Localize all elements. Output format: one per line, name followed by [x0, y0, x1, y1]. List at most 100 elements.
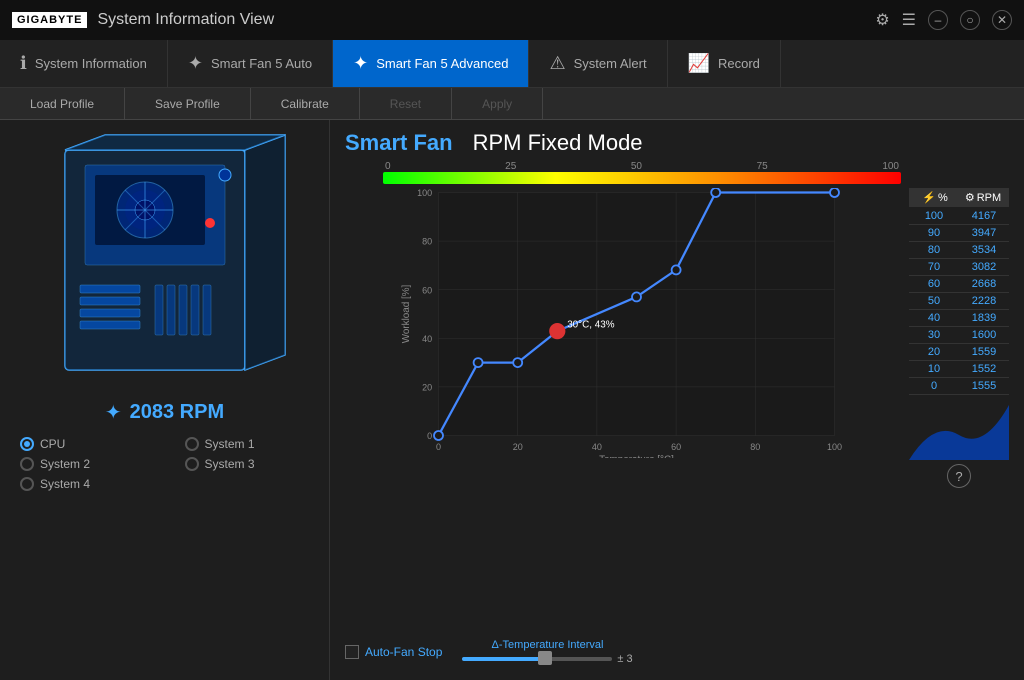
toolbar: Load Profile Save Profile Calibrate Rese…	[0, 88, 1024, 120]
rpm-cell: 1552	[959, 361, 1009, 377]
rpm-cell: 4167	[959, 208, 1009, 224]
system-info-icon: ℹ	[20, 53, 27, 74]
svg-text:0: 0	[436, 442, 441, 452]
curve-point-0[interactable]	[434, 431, 443, 440]
fan-advanced-icon: ✦	[353, 53, 368, 74]
fan-selector-system2[interactable]: System 2	[20, 457, 155, 471]
curve-point-5[interactable]	[672, 265, 681, 274]
temperature-gradient-bar	[383, 172, 901, 184]
rpm-table-body: 100 4167 90 3947 80 3534 70 3082 60 2668…	[909, 208, 1009, 395]
svg-text:80: 80	[422, 237, 432, 247]
curve-point-1[interactable]	[474, 358, 483, 367]
reset-button[interactable]: Reset	[360, 88, 452, 119]
temp-interval-slider[interactable]	[462, 657, 612, 661]
load-profile-button[interactable]: Load Profile	[0, 88, 125, 119]
radio-system1[interactable]	[185, 437, 199, 451]
settings-icon[interactable]: ⚙	[875, 10, 889, 30]
percent-cell: 90	[909, 225, 959, 241]
close-button[interactable]: ✕	[992, 10, 1012, 30]
radio-cpu[interactable]	[20, 437, 34, 451]
save-profile-button[interactable]: Save Profile	[125, 88, 251, 119]
rpm-table-row: 90 3947	[909, 225, 1009, 242]
help-button[interactable]: ?	[947, 464, 971, 488]
rpm-cell: 1559	[959, 344, 1009, 360]
percent-cell: 100	[909, 208, 959, 224]
rpm-cell: 3082	[959, 259, 1009, 275]
fan-selector-cpu-label: CPU	[40, 437, 65, 451]
fan-rpm-icon: ⚙	[965, 191, 975, 204]
svg-text:Temperature [°C]: Temperature [°C]	[599, 455, 674, 459]
percent-cell: 70	[909, 259, 959, 275]
tab-system-alert-label: System Alert	[574, 56, 647, 71]
temp-label-75: 75	[757, 161, 768, 172]
chart-area[interactable]: 100 80 60 40 20 0 0 20 40 60 80 100	[345, 188, 901, 634]
record-icon: 📈	[688, 53, 710, 74]
auto-fan-stop-checkbox[interactable]	[345, 645, 359, 659]
percent-cell: 80	[909, 242, 959, 258]
tab-record-label: Record	[718, 56, 760, 71]
chart-title: Smart Fan RPM Fixed Mode	[345, 130, 1009, 156]
svg-text:60: 60	[671, 442, 681, 452]
fan-selector-cpu[interactable]: CPU	[20, 437, 155, 451]
calibrate-button[interactable]: Calibrate	[251, 88, 360, 119]
radio-system4[interactable]	[20, 477, 34, 491]
fan-selector-system1[interactable]: System 1	[185, 437, 320, 451]
tab-system-alert[interactable]: ⚠ System Alert	[529, 40, 667, 87]
curve-point-6[interactable]	[711, 188, 720, 197]
rpm-table-header: ⚡ % ⚙ RPM	[909, 188, 1009, 207]
help-area: ?	[909, 464, 1009, 488]
left-panel: ✦ 2083 RPM CPU System 1 System 2 System …	[0, 120, 330, 680]
fan-spin-icon: ✦	[105, 400, 122, 425]
apply-button[interactable]: Apply	[452, 88, 543, 119]
fan-selector-system4-label: System 4	[40, 477, 90, 491]
app-title: System Information View	[97, 11, 274, 29]
svg-text:100: 100	[417, 188, 432, 198]
svg-text:40: 40	[592, 442, 602, 452]
bottom-controls: Auto-Fan Stop Δ-Temperature Interval ± 3	[345, 634, 1009, 670]
rpm-header: ⚙ RPM	[960, 191, 1006, 204]
title-bar: GIGABYTE System Information View ⚙ ☰ – ○…	[0, 0, 1024, 40]
main-content: ✦ 2083 RPM CPU System 1 System 2 System …	[0, 120, 1024, 680]
gigabyte-logo: GIGABYTE	[12, 12, 87, 28]
curve-point-3-selected[interactable]	[550, 324, 564, 338]
percent-cell: 60	[909, 276, 959, 292]
tab-system-information[interactable]: ℹ System Information	[0, 40, 168, 87]
curve-point-2[interactable]	[513, 358, 522, 367]
selected-point-label: 30°C, 43%	[567, 320, 615, 331]
title-bar-right: ⚙ ☰ – ○ ✕	[875, 10, 1012, 30]
temp-interval-control: Δ-Temperature Interval ± 3	[462, 639, 632, 665]
fan-selector-system3[interactable]: System 3	[185, 457, 320, 471]
rpm-cell: 1839	[959, 310, 1009, 326]
tab-smart-fan5-advanced[interactable]: ✦ Smart Fan 5 Advanced	[333, 40, 529, 87]
radio-system3[interactable]	[185, 457, 199, 471]
rpm-cell: 3947	[959, 225, 1009, 241]
tab-smart-fan5-auto[interactable]: ✦ Smart Fan 5 Auto	[168, 40, 333, 87]
curve-point-7[interactable]	[830, 188, 839, 197]
list-icon[interactable]: ☰	[902, 10, 916, 30]
curve-point-4[interactable]	[632, 292, 641, 301]
tab-record[interactable]: 📈 Record	[668, 40, 781, 87]
auto-fan-stop-control[interactable]: Auto-Fan Stop	[345, 645, 442, 659]
radio-system2[interactable]	[20, 457, 34, 471]
rpm-cell: 1600	[959, 327, 1009, 343]
temp-label-0: 0	[385, 161, 391, 172]
tab-system-information-label: System Information	[35, 56, 147, 71]
svg-text:20: 20	[513, 442, 523, 452]
rpm-table-row: 10 1552	[909, 361, 1009, 378]
percent-cell: 50	[909, 293, 959, 309]
fan-selector-system4[interactable]: System 4	[20, 477, 155, 491]
chart-svg[interactable]: 100 80 60 40 20 0 0 20 40 60 80 100	[345, 188, 901, 458]
rpm-cell: 2668	[959, 276, 1009, 292]
rpm-table-row: 100 4167	[909, 208, 1009, 225]
temp-top-labels: 0 25 50 75 100	[383, 161, 901, 172]
rpm-value: 2083 RPM	[130, 401, 225, 424]
restore-button[interactable]: ○	[960, 10, 980, 30]
percent-cell: 20	[909, 344, 959, 360]
fan-selector-system1-label: System 1	[205, 437, 255, 451]
rpm-table-row: 80 3534	[909, 242, 1009, 259]
rpm-data-table: ⚡ % ⚙ RPM 100 4167 90 3947 80 3534 70 30…	[909, 188, 1009, 634]
slider-thumb[interactable]	[538, 651, 552, 665]
minimize-button[interactable]: –	[928, 10, 948, 30]
fan-rpm-display: ✦ 2083 RPM	[105, 400, 224, 425]
chart-panel: Smart Fan RPM Fixed Mode 0 25 50 75 100	[330, 120, 1024, 680]
